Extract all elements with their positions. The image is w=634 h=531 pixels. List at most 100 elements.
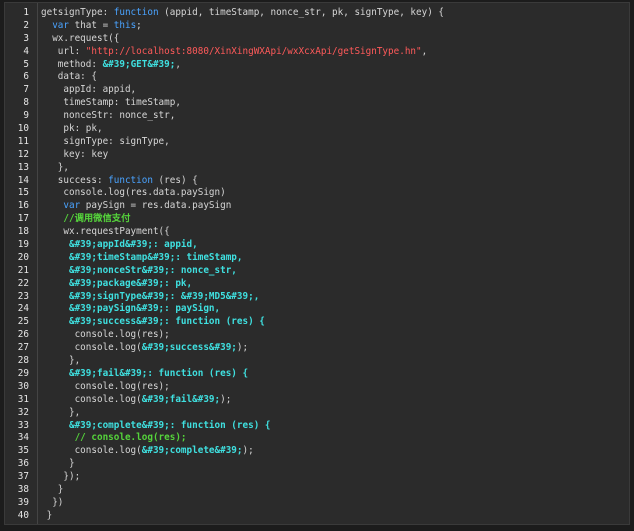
line-number: 39 <box>17 496 29 508</box>
code-editor[interactable]: 1 getsignType: function (appid, timeStamp… <box>4 2 630 525</box>
line-number: 11 <box>17 135 29 147</box>
line-number: 40 <box>17 509 29 521</box>
code-line[interactable]: 31 console.log(&#39;fail&#39;); <box>5 394 629 407</box>
code-token: console.log(res); <box>41 380 170 392</box>
line-number: 3 <box>23 32 29 44</box>
code-line[interactable]: 37 }); <box>5 471 629 484</box>
line-number: 24 <box>17 303 29 315</box>
code-line[interactable]: 10 pk: pk, <box>5 123 629 136</box>
line-number: 2 <box>23 19 29 31</box>
code-line[interactable]: 39 }) <box>5 497 629 510</box>
code-line[interactable]: 7 appId: appid, <box>5 84 629 97</box>
code-token: signType: signType, <box>41 135 170 147</box>
code-line[interactable]: 36 } <box>5 458 629 471</box>
code-line[interactable]: 18 wx.requestPayment({ <box>5 226 629 239</box>
code-text: &#39;fail&#39;: function (res) { <box>41 368 248 381</box>
code-token: &#39;complete&#39;: function (res) { <box>41 419 271 431</box>
code-line[interactable]: 16 var paySign = res.data.paySign <box>5 200 629 213</box>
code-line[interactable]: 3 wx.request({ <box>5 33 629 46</box>
code-text: console.log(&#39;fail&#39;); <box>41 394 232 407</box>
line-number: 33 <box>17 419 29 431</box>
code-text: timeStamp: timeStamp, <box>41 97 181 110</box>
code-line[interactable]: 20 &#39;timeStamp&#39;: timeStamp, <box>5 252 629 265</box>
line-number: 17 <box>17 213 29 225</box>
code-line[interactable]: 17 //调用微信支付 <box>5 213 629 226</box>
code-line[interactable]: 11 signType: signType, <box>5 136 629 149</box>
line-number: 22 <box>17 277 29 289</box>
line-number: 27 <box>17 342 29 354</box>
code-text: } <box>41 483 64 497</box>
line-number: 37 <box>17 471 29 483</box>
line-number: 38 <box>17 483 29 495</box>
code-line[interactable]: 21 &#39;nonceStr&#39;: nonce_str, <box>5 265 629 278</box>
code-line[interactable]: 30 console.log(res); <box>5 381 629 394</box>
code-text: console.log(res.data.paySign) <box>41 187 225 200</box>
code-text: }); <box>41 471 80 484</box>
code-text: }) <box>41 497 63 510</box>
code-line[interactable]: 29 &#39;fail&#39;: function (res) { <box>5 368 629 381</box>
code-lines[interactable]: 1 getsignType: function (appid, timeStamp… <box>5 7 629 523</box>
code-text: console.log(&#39;complete&#39;); <box>41 445 254 458</box>
code-token: &#39;signType&#39;: &#39;MD5&#39;, <box>41 290 260 302</box>
code-token: , <box>421 45 428 57</box>
line-number: 31 <box>17 393 29 405</box>
code-token: &#39;paySign&#39;: paySign, <box>41 303 221 315</box>
code-token: console.log( <box>41 342 142 354</box>
code-token: paySign = res.data.paySign <box>80 200 232 212</box>
code-token: that = <box>69 19 114 31</box>
line-number: 23 <box>17 290 29 302</box>
code-line[interactable]: 24 &#39;paySign&#39;: paySign, <box>5 303 629 316</box>
code-line[interactable]: 4 url: "http://localhost:8080/XinXingWXA… <box>5 46 629 59</box>
code-text: }, <box>41 355 80 368</box>
code-line[interactable]: 14 success: function (res) { <box>5 175 629 188</box>
code-token: // console.log(res); <box>41 432 187 444</box>
code-token: ); <box>236 342 249 354</box>
line-number: 21 <box>17 264 29 276</box>
code-line[interactable]: 13 }, <box>5 162 629 175</box>
code-token: appId: appid, <box>41 84 137 96</box>
line-number: 32 <box>17 406 29 418</box>
code-line[interactable]: 28 }, <box>5 355 629 368</box>
code-token: } <box>41 509 53 521</box>
code-line[interactable]: 1 getsignType: function (appid, timeStamp… <box>5 7 629 20</box>
code-token: timeStamp: timeStamp, <box>41 97 181 109</box>
line-number: 12 <box>17 148 29 160</box>
code-line[interactable]: 26 console.log(res); <box>5 329 629 342</box>
code-token: pk: pk, <box>41 123 103 135</box>
code-token: (appid, timeStamp, nonce_str, pk, signTy… <box>158 7 445 18</box>
code-text: getsignType: function (appid, timeStamp,… <box>41 7 444 20</box>
code-line[interactable]: 15 console.log(res.data.paySign) <box>5 187 629 200</box>
code-line[interactable]: 6 data: { <box>5 71 629 84</box>
line-number: 10 <box>17 123 29 135</box>
line-number: 14 <box>17 174 29 186</box>
code-line[interactable]: 25 &#39;success&#39;: function (res) { <box>5 316 629 329</box>
code-line[interactable]: 32 }, <box>5 407 629 420</box>
code-line[interactable]: 34 // console.log(res); <box>5 432 629 445</box>
code-line[interactable]: 27 console.log(&#39;success&#39;); <box>5 342 629 355</box>
code-text: var paySign = res.data.paySign <box>41 200 231 213</box>
code-token: &#39;appId&#39;: appid, <box>41 239 198 251</box>
code-line[interactable]: 12 key: key <box>5 149 629 162</box>
code-line[interactable]: 2 var that = this; <box>5 20 629 33</box>
code-token: ); <box>242 445 254 457</box>
line-number: 29 <box>17 367 29 379</box>
code-line[interactable]: 40 } <box>5 510 629 523</box>
code-line[interactable]: 22 &#39;package&#39;: pk, <box>5 278 629 291</box>
code-text: &#39;signType&#39;: &#39;MD5&#39;, <box>41 291 259 304</box>
code-token: "http://localhost:8080/XinXingWXApi/wxXc… <box>85 45 422 57</box>
code-line[interactable]: 9 nonceStr: nonce_str, <box>5 110 629 123</box>
code-line[interactable]: 5 method: &#39;GET&#39;, <box>5 59 629 72</box>
code-line[interactable]: 19 &#39;appId&#39;: appid, <box>5 239 629 252</box>
code-line[interactable]: 33 &#39;complete&#39;: function (res) { <box>5 420 629 433</box>
code-line[interactable]: 8 timeStamp: timeStamp, <box>5 97 629 110</box>
code-text: console.log(res); <box>41 381 170 394</box>
code-text: pk: pk, <box>41 123 103 136</box>
code-line[interactable]: 35 console.log(&#39;complete&#39;); <box>5 445 629 458</box>
code-token: } <box>41 483 64 495</box>
code-text: wx.requestPayment({ <box>41 226 169 239</box>
code-token: function <box>108 174 153 186</box>
code-token: }, <box>41 406 81 418</box>
code-line[interactable]: 23 &#39;signType&#39;: &#39;MD5&#39;, <box>5 291 629 304</box>
code-text: &#39;success&#39;: function (res) { <box>41 316 265 329</box>
code-line[interactable]: 38 } <box>5 484 629 497</box>
